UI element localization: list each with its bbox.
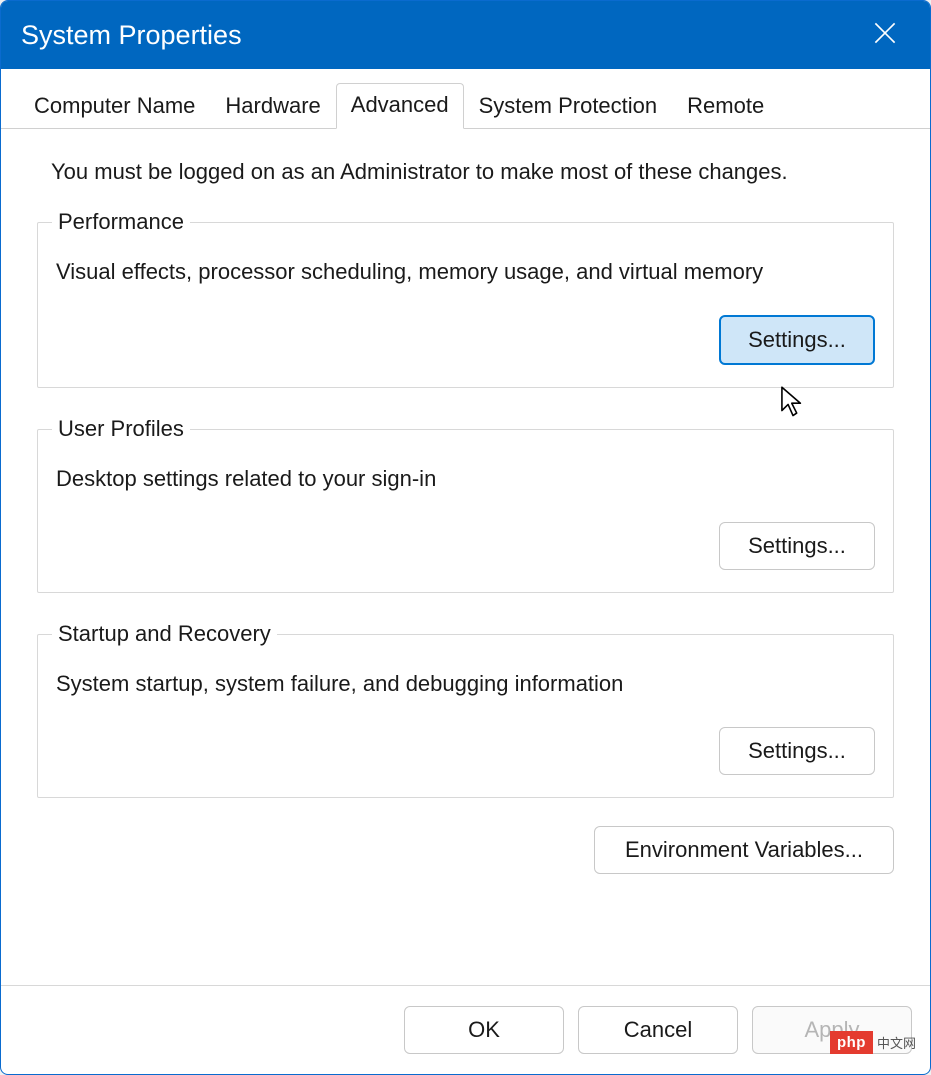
tab-remote[interactable]: Remote [672,84,779,129]
environment-variables-button[interactable]: Environment Variables... [594,826,894,874]
tab-advanced[interactable]: Advanced [336,83,464,129]
dialog-footer: OK Cancel Apply [1,985,930,1074]
performance-description: Visual effects, processor scheduling, me… [56,259,875,285]
group-user-profiles: User Profiles Desktop settings related t… [37,416,894,593]
close-icon [874,20,896,51]
system-properties-window: System Properties Computer Name Hardware… [0,0,931,1075]
admin-notice: You must be logged on as an Administrato… [37,159,894,185]
tab-computer-name[interactable]: Computer Name [19,84,210,129]
ok-button[interactable]: OK [404,1006,564,1054]
startup-settings-button[interactable]: Settings... [719,727,875,775]
titlebar: System Properties [1,1,930,69]
group-performance: Performance Visual effects, processor sc… [37,209,894,388]
apply-button[interactable]: Apply [752,1006,912,1054]
close-button[interactable] [860,10,910,60]
tab-hardware[interactable]: Hardware [210,84,335,129]
performance-settings-button[interactable]: Settings... [719,315,875,365]
user-profiles-description: Desktop settings related to your sign-in [56,466,875,492]
group-startup-legend: Startup and Recovery [52,621,277,647]
group-performance-legend: Performance [52,209,190,235]
tab-content-advanced: You must be logged on as an Administrato… [1,129,930,985]
group-startup-recovery: Startup and Recovery System startup, sys… [37,621,894,798]
startup-description: System startup, system failure, and debu… [56,671,875,697]
cancel-button[interactable]: Cancel [578,1006,738,1054]
user-profiles-settings-button[interactable]: Settings... [719,522,875,570]
tab-system-protection[interactable]: System Protection [464,84,673,129]
group-user-profiles-legend: User Profiles [52,416,190,442]
window-title: System Properties [21,20,860,51]
tab-strip: Computer Name Hardware Advanced System P… [1,69,930,129]
